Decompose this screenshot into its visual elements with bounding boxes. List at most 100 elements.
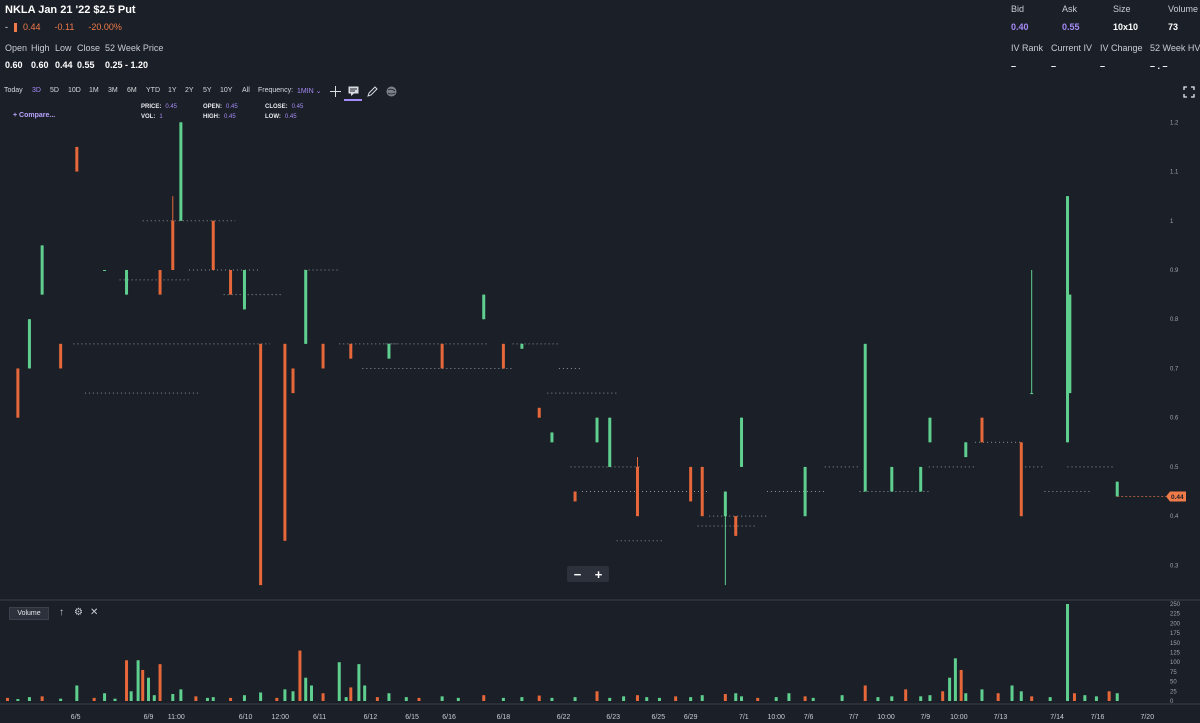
- volume-bar: [337, 662, 341, 701]
- globe-icon[interactable]: [385, 85, 397, 97]
- price-chart[interactable]: 0.30.40.50.60.70.80.911.11.2025507510012…: [0, 100, 1200, 723]
- volume-bar: [756, 697, 760, 701]
- crosshair-icon[interactable]: [329, 85, 341, 97]
- current-iv-box: Current IV –: [1051, 43, 1092, 71]
- volume-bar: [194, 696, 198, 701]
- change-dash: -: [5, 22, 8, 32]
- compare-button[interactable]: + Compare...: [13, 112, 55, 119]
- legend-open-label: OPEN:: [203, 104, 223, 110]
- candle-body: [863, 343, 867, 492]
- candle-body: [103, 270, 107, 271]
- legend-low-label: LOW:: [265, 114, 281, 120]
- volume-bar: [941, 691, 945, 701]
- x-tick-label: 6/15: [405, 714, 419, 721]
- quote-header: NKLA Jan 21 '22 $2.5 Put - 0.44 -0.11 -2…: [0, 0, 1200, 80]
- volume-bar: [964, 693, 968, 701]
- timeframe-2y[interactable]: 2Y: [185, 87, 194, 94]
- timeframe-today[interactable]: Today: [4, 87, 23, 94]
- candle-body: [964, 442, 968, 458]
- frequency-select[interactable]: 1MIN ⌄: [297, 87, 322, 95]
- volume-bar: [948, 677, 952, 701]
- volume-tick-label: 200: [1170, 621, 1181, 627]
- volume-bar: [635, 695, 639, 701]
- crosshair-glyph: [329, 85, 341, 97]
- volume-bar: [595, 691, 599, 701]
- timeframe-all[interactable]: All: [242, 87, 250, 94]
- timeframe-3m[interactable]: 3M: [108, 87, 118, 94]
- legend-price-label: PRICE:: [141, 104, 162, 110]
- timeframe-10y[interactable]: 10Y: [220, 87, 232, 94]
- volume-bar: [113, 698, 117, 701]
- timeframe-6m[interactable]: 6M: [127, 87, 137, 94]
- volume-bar: [608, 697, 612, 701]
- x-tick-label: 6/12: [364, 714, 378, 721]
- timeframe-ytd[interactable]: YTD: [146, 87, 160, 94]
- legend-close-value: 0.45: [291, 104, 304, 110]
- volume-bar: [622, 696, 626, 701]
- volume-bar: [919, 696, 923, 701]
- iv-change-value: –: [1100, 61, 1106, 71]
- volume-bar: [1083, 695, 1087, 701]
- x-tick-label: 6/16: [442, 714, 456, 721]
- volume-bar: [103, 693, 107, 701]
- volume-bar: [5, 697, 9, 701]
- iv-rank-value: –: [1011, 61, 1017, 71]
- gear-icon[interactable]: ⚙: [74, 607, 83, 618]
- volume-bar: [16, 699, 20, 701]
- bid-value: 0.40: [1011, 22, 1029, 32]
- y-tick-label: 0.5: [1170, 465, 1179, 471]
- x-tick-label: 7/9: [920, 714, 930, 721]
- timeframe-1m[interactable]: 1M: [89, 87, 99, 94]
- timeframe-5y[interactable]: 5Y: [203, 87, 212, 94]
- candle-body: [980, 417, 984, 443]
- candle-body: [723, 491, 727, 517]
- volume-bar: [283, 689, 287, 701]
- close-value: 0.55: [77, 60, 95, 70]
- candle-body: [1068, 294, 1072, 394]
- volume-bar: [304, 677, 308, 701]
- iv-change-box: IV Change –: [1100, 43, 1143, 71]
- volume-bar: [1107, 691, 1111, 701]
- volume-bar: [152, 695, 156, 701]
- size-value: 10x10: [1113, 22, 1139, 32]
- timeframe-10d[interactable]: 10D: [68, 87, 81, 94]
- volume-tick-label: 250: [1170, 602, 1181, 608]
- volume-bar: [959, 669, 963, 701]
- volume-bar: [550, 697, 554, 701]
- zoom-out-button[interactable]: −: [567, 566, 588, 582]
- volume-bar: [1072, 693, 1076, 701]
- pencil-icon[interactable]: [366, 85, 378, 97]
- legend-low: LOW: 0.45: [265, 114, 297, 120]
- timeframe-3d[interactable]: 3D: [32, 87, 41, 94]
- timeframe-5d[interactable]: 5D: [50, 87, 59, 94]
- volume-bar: [179, 689, 183, 701]
- volume-bar: [125, 660, 129, 701]
- size-label: Size: [1113, 4, 1131, 14]
- volume-bar: [1115, 693, 1119, 701]
- legend-high-label: HIGH:: [203, 114, 220, 120]
- x-tick-label: 7/1: [739, 714, 749, 721]
- volume-bar: [136, 660, 140, 701]
- hv-label: 52 Week HV: [1150, 43, 1200, 53]
- high-label: High: [31, 43, 50, 53]
- zoom-control: − +: [567, 566, 609, 582]
- volume-bar: [387, 693, 391, 701]
- close-icon[interactable]: ✕: [90, 607, 98, 618]
- candle-body: [40, 245, 44, 295]
- volume-bar: [840, 695, 844, 701]
- candle-body: [734, 516, 738, 536]
- timeframe-1y[interactable]: 1Y: [168, 87, 177, 94]
- candle-body: [16, 368, 20, 418]
- volume-bar: [537, 695, 541, 701]
- volume-bar: [904, 689, 908, 701]
- size-box: Size 10x10: [1113, 4, 1138, 32]
- annotation-icon[interactable]: [347, 85, 359, 97]
- fullscreen-icon[interactable]: [1183, 86, 1195, 98]
- zoom-in-button[interactable]: +: [588, 566, 609, 582]
- volume-tick-label: 225: [1170, 612, 1181, 618]
- volume-bar: [689, 697, 693, 701]
- x-tick-label: 7/6: [804, 714, 814, 721]
- volume-bar: [573, 697, 577, 701]
- volume-panel-title[interactable]: Volume: [9, 607, 49, 620]
- arrow-up-icon[interactable]: ↑: [59, 607, 64, 618]
